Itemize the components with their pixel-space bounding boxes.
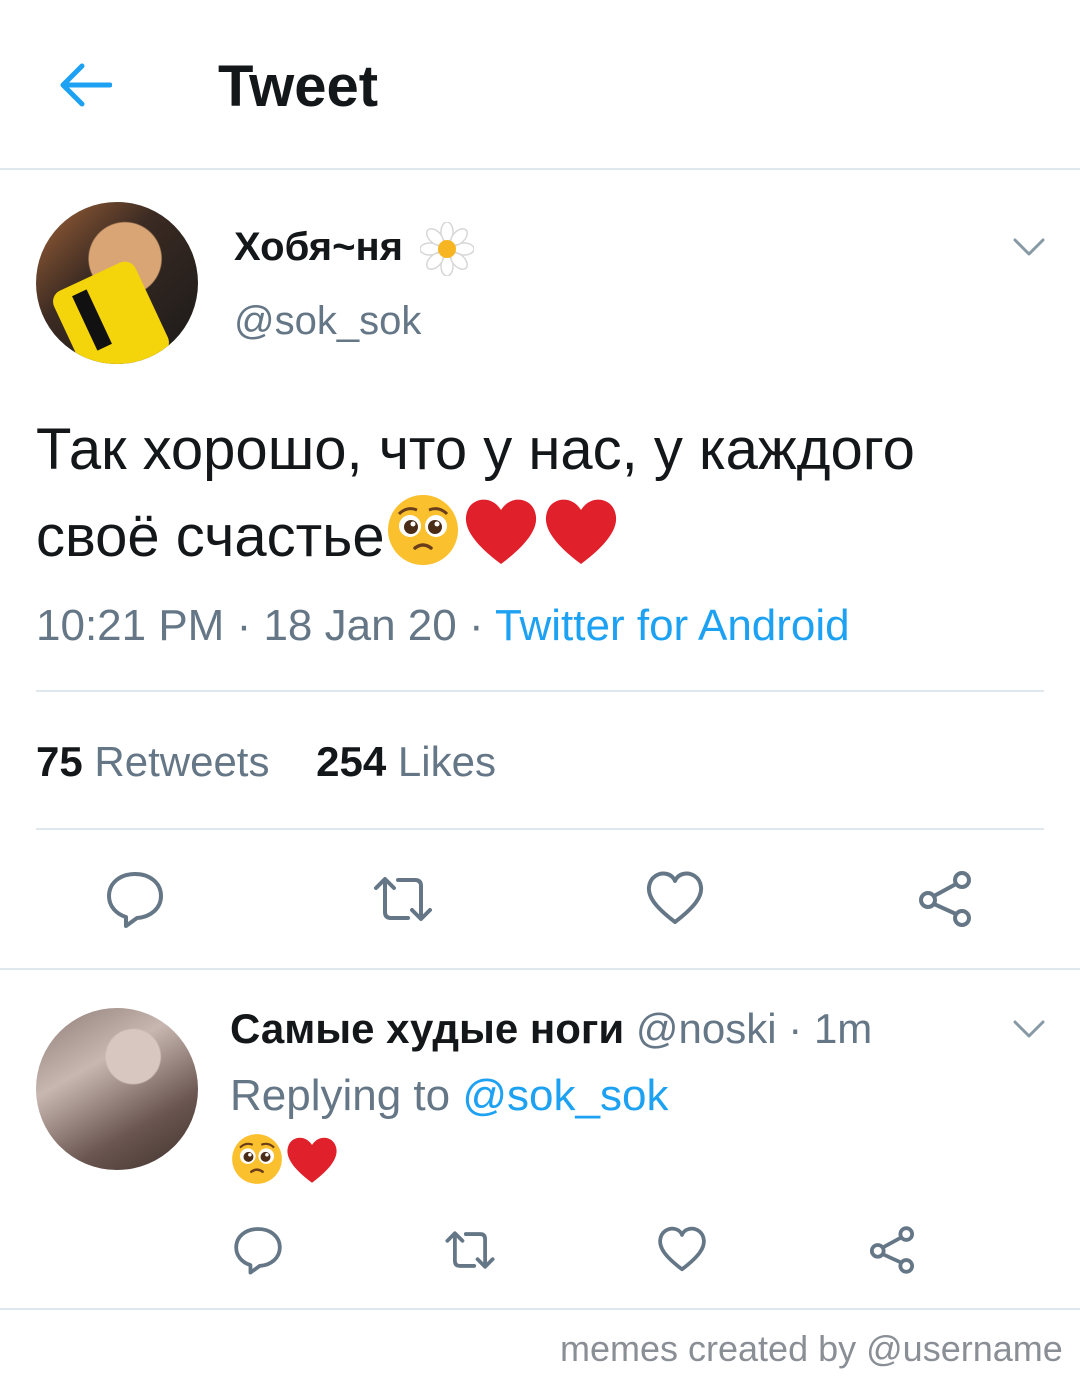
tweet-stats: 75 Retweets 254 Likes xyxy=(36,736,496,788)
meta-separator: · xyxy=(224,601,264,650)
retweet-icon[interactable] xyxy=(372,868,434,930)
top-bar xyxy=(0,0,1080,170)
tweet-text: Так хорошо, что у нас, у каждого своё сч… xyxy=(36,408,1056,579)
author-name[interactable]: Хобя~ня xyxy=(234,222,403,272)
share-icon[interactable] xyxy=(914,868,976,930)
author-handle[interactable]: @sok_sok xyxy=(234,296,421,346)
avatar[interactable] xyxy=(36,1008,198,1170)
divider xyxy=(0,1308,1080,1310)
reply-text xyxy=(230,1132,340,1188)
avatar[interactable] xyxy=(36,202,198,364)
tweet-text-words: своё счастье xyxy=(36,504,385,569)
retweets-stat[interactable]: 75 Retweets xyxy=(36,738,269,785)
chevron-down-icon[interactable] xyxy=(1012,236,1046,258)
retweets-label: Retweets xyxy=(94,738,270,785)
replying-to: Replying to @sok_sok xyxy=(230,1068,668,1124)
back-arrow-icon[interactable] xyxy=(58,60,112,110)
like-heart-icon[interactable] xyxy=(656,1224,708,1276)
divider xyxy=(0,968,1080,970)
tweet-text-line-1: Так хорошо, что у нас, у каждого xyxy=(36,417,915,482)
red-heart-emoji-icon xyxy=(545,499,616,564)
red-heart-emoji-icon xyxy=(465,499,536,564)
chevron-down-icon[interactable] xyxy=(1012,1018,1046,1040)
red-heart-emoji-icon xyxy=(287,1137,337,1183)
divider xyxy=(36,690,1044,692)
share-icon[interactable] xyxy=(866,1224,918,1276)
tweet-source-link[interactable]: Twitter for Android xyxy=(495,601,850,650)
tweet-time: 10:21 PM xyxy=(36,601,225,650)
likes-count: 254 xyxy=(316,738,387,785)
likes-label: Likes xyxy=(397,738,496,785)
page-title: Tweet xyxy=(218,54,379,119)
replying-to-link[interactable]: @sok_sok xyxy=(462,1071,668,1120)
daisy-emoji-icon xyxy=(420,222,474,276)
watermark-text: memes created by @username xyxy=(560,1328,1063,1369)
likes-stat[interactable]: 254 Likes xyxy=(316,738,496,785)
meta-separator: · xyxy=(776,1005,814,1052)
reply-icon[interactable] xyxy=(104,868,166,930)
retweets-count: 75 xyxy=(36,738,83,785)
replying-to-label: Replying to xyxy=(230,1071,451,1120)
retweet-icon[interactable] xyxy=(444,1224,496,1276)
meta-separator: · xyxy=(456,601,496,650)
divider xyxy=(36,828,1044,830)
reply-header: Самые худые ноги @noski · 1m xyxy=(230,1002,872,1056)
reply-author-handle[interactable]: @noski xyxy=(636,1005,777,1052)
reply-author-name[interactable]: Самые худые ноги xyxy=(230,1005,624,1052)
pleading-face-emoji-icon xyxy=(232,1134,282,1184)
tweet-text-line-2: своё счастье xyxy=(36,492,1056,579)
pleading-face-emoji-icon xyxy=(387,495,458,565)
like-heart-icon[interactable] xyxy=(644,868,706,930)
reply-icon[interactable] xyxy=(232,1224,284,1276)
tweet-date: 18 Jan 20 xyxy=(263,601,457,650)
reply-age: 1m xyxy=(813,1005,873,1052)
tweet-meta: 10:21 PM · 18 Jan 20 · Twitter for Andro… xyxy=(36,598,850,654)
